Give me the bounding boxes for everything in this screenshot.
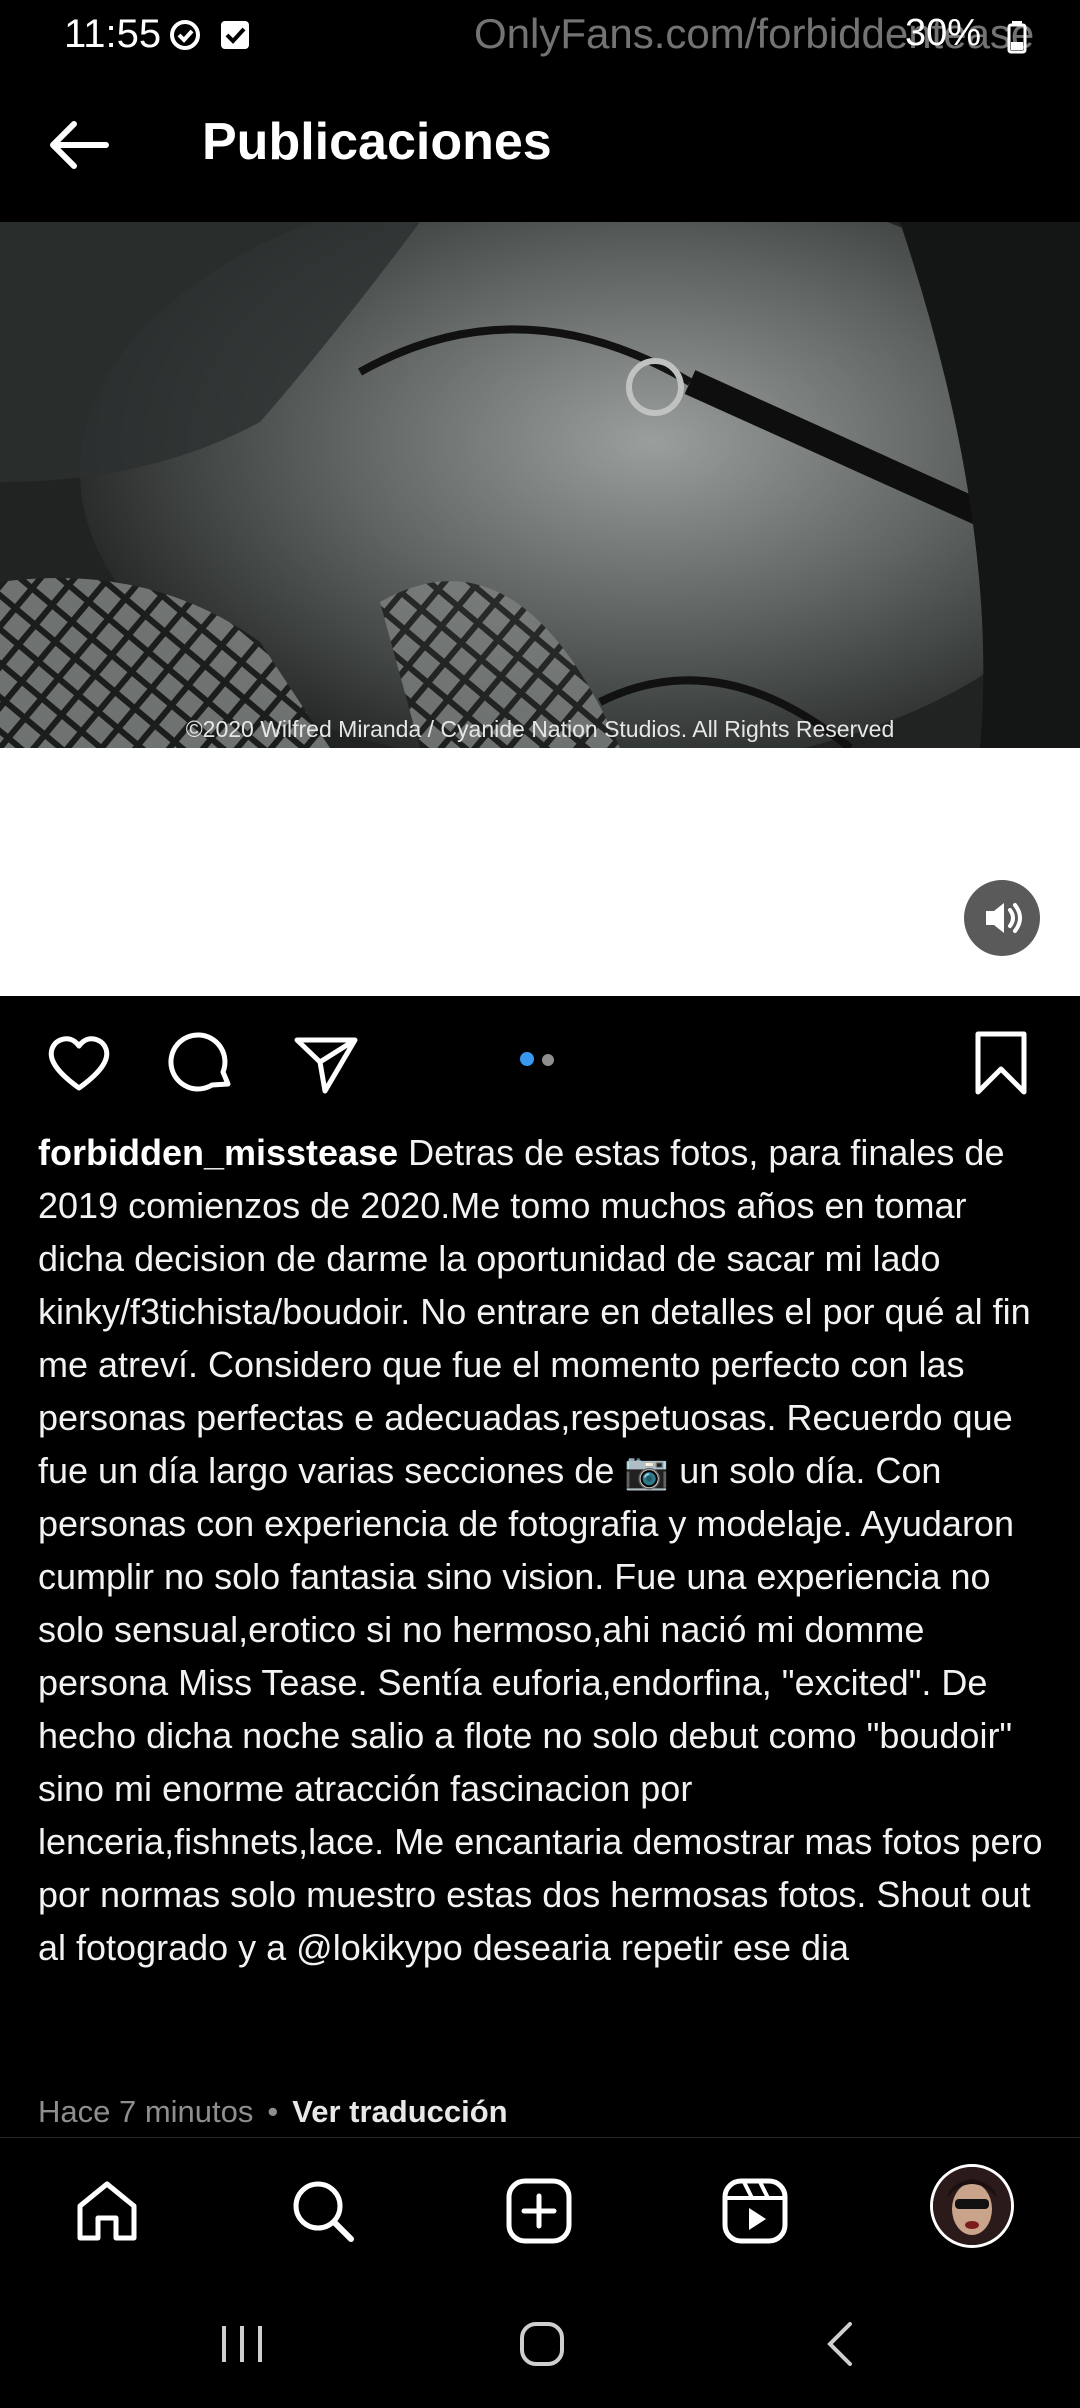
post-meta: Hace 7 minutos • Ver traducción xyxy=(38,2094,508,2130)
checkbox-icon xyxy=(221,21,249,49)
home-icon[interactable] xyxy=(72,2176,142,2246)
reels-icon[interactable] xyxy=(720,2176,790,2246)
media-blank-area xyxy=(0,748,1080,996)
caption-username[interactable]: forbidden_misstease xyxy=(38,1132,398,1173)
photo-credit: ©2020 Wilfred Miranda / Cyanide Nation S… xyxy=(185,716,895,742)
nav-divider xyxy=(0,2137,1080,2138)
like-heart-icon[interactable] xyxy=(44,1028,114,1098)
post-photo[interactable]: ©2020 Wilfred Miranda / Cyanide Nation S… xyxy=(0,222,1080,748)
create-post-icon[interactable] xyxy=(504,2176,574,2246)
meta-separator: • xyxy=(267,2094,279,2129)
alarm-icon xyxy=(170,20,200,50)
post-timestamp: Hace 7 minutos xyxy=(38,2094,254,2129)
carousel-dot xyxy=(542,1054,554,1066)
save-bookmark-icon[interactable] xyxy=(966,1028,1036,1098)
post-caption: forbidden_misstease Detras de estas foto… xyxy=(38,1126,1048,1974)
carousel-dot-active xyxy=(520,1052,534,1066)
status-bar: 11:55 OnlyFans.com/forbiddentease 30% xyxy=(0,0,1080,70)
status-time: 11:55 xyxy=(64,12,162,56)
home-button-icon[interactable] xyxy=(512,2316,572,2372)
photo-image xyxy=(0,222,1080,748)
sound-toggle-button[interactable] xyxy=(964,880,1040,956)
caption-text-part-2: un solo día. Con personas con experienci… xyxy=(38,1450,1043,1968)
avatar-image xyxy=(933,2167,1011,2245)
battery-percent: 30% xyxy=(905,12,982,54)
caption-text-part-1: Detras de estas fotos, para finales de 2… xyxy=(38,1132,1031,1491)
carousel-indicator xyxy=(520,1052,562,1071)
recent-apps-icon[interactable] xyxy=(212,2316,272,2372)
profile-avatar[interactable] xyxy=(930,2164,1014,2248)
share-send-icon[interactable] xyxy=(292,1028,362,1098)
search-icon[interactable] xyxy=(288,2176,358,2246)
camera-emoji: 📷 xyxy=(624,1450,670,1491)
page-title: Publicaciones xyxy=(202,113,552,171)
see-translation-link[interactable]: Ver traducción xyxy=(292,2094,507,2129)
comment-icon[interactable] xyxy=(168,1028,238,1098)
battery-icon xyxy=(1007,21,1027,54)
back-button-icon[interactable] xyxy=(812,2316,872,2372)
back-arrow-icon[interactable] xyxy=(46,112,112,178)
speaker-icon xyxy=(986,903,1022,933)
